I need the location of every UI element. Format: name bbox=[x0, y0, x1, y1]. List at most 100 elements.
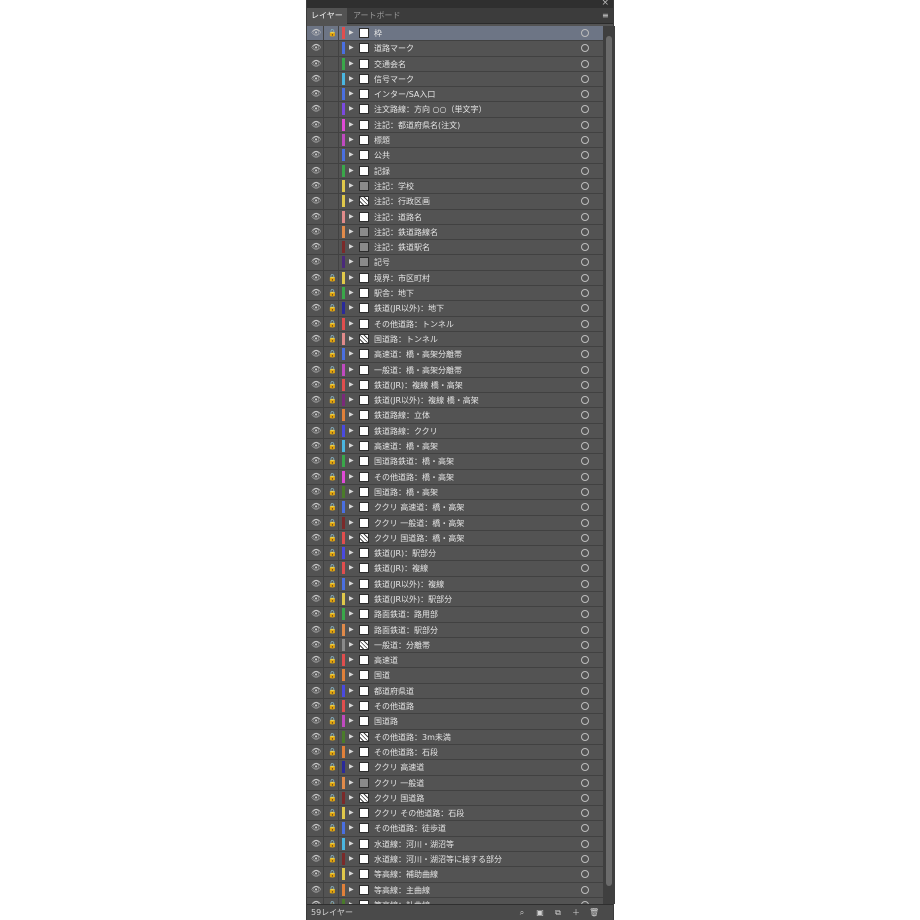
expand-arrow-icon[interactable]: ▶ bbox=[349, 824, 355, 832]
lock-toggle[interactable] bbox=[323, 87, 339, 102]
layer-name[interactable]: 道路マーク bbox=[374, 42, 574, 55]
layer-row[interactable]: 👁 ▶ 注記：道路名 bbox=[307, 209, 603, 225]
layer-row[interactable]: 👁 🔒 ▶ ククリ 高速道：橋・高架 bbox=[307, 500, 603, 516]
layer-name[interactable]: その他道路：トンネル bbox=[374, 318, 574, 331]
scrollbar-thumb[interactable] bbox=[606, 36, 612, 886]
target-circle-icon[interactable] bbox=[581, 304, 589, 313]
layer-name[interactable]: 路面鉄道：路用部 bbox=[374, 608, 574, 621]
expand-arrow-icon[interactable]: ▶ bbox=[349, 136, 355, 144]
lock-icon[interactable]: 🔒 bbox=[328, 304, 337, 312]
expand-arrow-icon[interactable]: ▶ bbox=[349, 641, 355, 649]
lock-icon[interactable]: 🔒 bbox=[328, 580, 337, 588]
expand-arrow-icon[interactable]: ▶ bbox=[349, 870, 355, 878]
lock-toggle[interactable] bbox=[323, 71, 339, 87]
lock-icon[interactable]: 🔒 bbox=[328, 717, 337, 725]
expand-arrow-icon[interactable]: ▶ bbox=[349, 503, 355, 511]
delete-layer-icon[interactable]: 🗑 bbox=[589, 908, 599, 917]
layer-name[interactable]: 鉄道(JR以外)：駅部分 bbox=[374, 593, 574, 606]
layer-name[interactable]: 一般道：分離帯 bbox=[374, 639, 574, 652]
lock-icon[interactable]: 🔒 bbox=[328, 595, 337, 603]
layer-name[interactable]: 注記：道路名 bbox=[374, 211, 574, 224]
layer-row[interactable]: 👁 🔒 ▶ ククリ 一般道 bbox=[307, 775, 603, 791]
layer-name[interactable]: その他道路 bbox=[374, 700, 574, 713]
target-circle-icon[interactable] bbox=[581, 151, 589, 160]
layer-name[interactable]: ククリ 一般道 bbox=[374, 777, 574, 790]
expand-arrow-icon[interactable]: ▶ bbox=[349, 671, 355, 679]
layer-row[interactable]: 👁 ▶ 注文路線：方向 ○○（単文字） bbox=[307, 102, 603, 118]
visibility-eye-icon[interactable]: 👁 bbox=[311, 640, 321, 649]
layer-row[interactable]: 👁 ▶ 注記：都道府県名(注文) bbox=[307, 117, 603, 134]
expand-arrow-icon[interactable]: ▶ bbox=[349, 886, 355, 894]
visibility-eye-icon[interactable]: 👁 bbox=[311, 625, 321, 634]
lock-toggle[interactable] bbox=[323, 194, 339, 209]
layer-row[interactable]: 👁 🔒 ▶ 水道線：河川・湖沼等に接する部分 bbox=[307, 852, 603, 868]
visibility-eye-icon[interactable]: 👁 bbox=[311, 686, 321, 695]
layer-row[interactable]: 👁 🔒 ▶ 鉄道(JR以外)：複線 橋・高架 bbox=[307, 393, 603, 409]
layer-name[interactable]: その他道路：石段 bbox=[374, 746, 574, 759]
expand-arrow-icon[interactable]: ▶ bbox=[349, 488, 355, 496]
expand-arrow-icon[interactable]: ▶ bbox=[349, 75, 355, 83]
layer-name[interactable]: 記号 bbox=[374, 256, 574, 269]
layer-row[interactable]: 👁 🔒 ▶ その他道路 bbox=[307, 699, 603, 715]
target-circle-icon[interactable] bbox=[581, 289, 589, 298]
visibility-eye-icon[interactable]: 👁 bbox=[311, 120, 321, 129]
expand-arrow-icon[interactable]: ▶ bbox=[349, 29, 355, 37]
layer-name[interactable]: ククリ 一般道：橋・高架 bbox=[374, 517, 574, 530]
lock-toggle[interactable] bbox=[323, 178, 339, 194]
lock-icon[interactable]: 🔒 bbox=[328, 396, 337, 404]
layer-name[interactable]: 注記：鉄道駅名 bbox=[374, 241, 574, 254]
layer-row[interactable]: 👁 🔒 ▶ 水道線：河川・湖沼等 bbox=[307, 836, 603, 853]
target-circle-icon[interactable] bbox=[581, 334, 589, 343]
lock-toggle[interactable] bbox=[323, 117, 339, 133]
lock-icon[interactable]: 🔒 bbox=[328, 488, 337, 496]
expand-arrow-icon[interactable]: ▶ bbox=[349, 258, 355, 266]
visibility-eye-icon[interactable]: 👁 bbox=[311, 747, 321, 756]
layer-name[interactable]: 鉄道(JR)：駅部分 bbox=[374, 547, 574, 560]
layer-row[interactable]: 👁 ▶ 標題 bbox=[307, 133, 603, 149]
visibility-eye-icon[interactable]: 👁 bbox=[311, 334, 321, 343]
layer-name[interactable]: 等高線：主曲線 bbox=[374, 884, 574, 897]
layer-row[interactable]: 👁 🔒 ▶ ククリ 一般道：橋・高架 bbox=[307, 515, 603, 531]
layer-row[interactable]: 👁 🔒 ▶ 高速道 bbox=[307, 653, 603, 669]
target-circle-icon[interactable] bbox=[581, 885, 589, 894]
target-circle-icon[interactable] bbox=[581, 29, 589, 37]
lock-icon[interactable]: 🔒 bbox=[328, 366, 337, 374]
expand-arrow-icon[interactable]: ▶ bbox=[349, 457, 355, 465]
expand-arrow-icon[interactable]: ▶ bbox=[349, 228, 355, 236]
tab-artboards[interactable]: アートボード bbox=[349, 8, 413, 24]
target-circle-icon[interactable] bbox=[581, 319, 589, 328]
layer-row[interactable]: 👁 🔒 ▶ 国道 bbox=[307, 668, 603, 684]
expand-arrow-icon[interactable]: ▶ bbox=[349, 580, 355, 588]
target-circle-icon[interactable] bbox=[581, 411, 589, 420]
layer-row[interactable]: 👁 🔒 ▶ 高速道：橋・高架分離帯 bbox=[307, 347, 603, 363]
layer-row[interactable]: 👁 🔒 ▶ 等高線：主曲線 bbox=[307, 882, 603, 898]
close-icon[interactable]: × bbox=[601, 0, 609, 8]
visibility-eye-icon[interactable]: 👁 bbox=[311, 518, 321, 527]
layer-row[interactable]: 👁 🔒 ▶ 路面鉄道：路用部 bbox=[307, 607, 603, 623]
layer-name[interactable]: 国道路鉄道：橋・高架 bbox=[374, 455, 574, 468]
target-circle-icon[interactable] bbox=[581, 273, 589, 282]
panel-menu-icon[interactable]: ≡ bbox=[602, 11, 610, 20]
layer-row[interactable]: 👁 ▶ 公共 bbox=[307, 148, 603, 164]
lock-icon[interactable]: 🔒 bbox=[328, 656, 337, 664]
target-circle-icon[interactable] bbox=[581, 809, 589, 818]
expand-arrow-icon[interactable]: ▶ bbox=[349, 320, 355, 328]
visibility-eye-icon[interactable]: 👁 bbox=[311, 29, 321, 37]
target-circle-icon[interactable] bbox=[581, 487, 589, 496]
expand-arrow-icon[interactable]: ▶ bbox=[349, 182, 355, 190]
expand-arrow-icon[interactable]: ▶ bbox=[349, 840, 355, 848]
expand-arrow-icon[interactable]: ▶ bbox=[349, 90, 355, 98]
lock-icon[interactable]: 🔒 bbox=[328, 763, 337, 771]
layer-row[interactable]: 👁 🔒 ▶ 鉄道(JR以外)：複線 bbox=[307, 576, 603, 592]
layer-name[interactable]: 注記：都道府県名(注文) bbox=[374, 119, 574, 132]
layer-row[interactable]: 👁 🔒 ▶ 都道府県道 bbox=[307, 683, 603, 700]
target-circle-icon[interactable] bbox=[581, 258, 589, 267]
expand-arrow-icon[interactable]: ▶ bbox=[349, 105, 355, 113]
visibility-eye-icon[interactable]: 👁 bbox=[311, 350, 321, 358]
expand-arrow-icon[interactable]: ▶ bbox=[349, 350, 355, 358]
layer-name[interactable]: 鉄道(JR)：複線 bbox=[374, 562, 574, 575]
target-circle-icon[interactable] bbox=[581, 243, 589, 252]
target-circle-icon[interactable] bbox=[581, 120, 589, 129]
layer-name[interactable]: インター/SA入口 bbox=[374, 88, 574, 101]
visibility-eye-icon[interactable]: 👁 bbox=[311, 197, 321, 205]
